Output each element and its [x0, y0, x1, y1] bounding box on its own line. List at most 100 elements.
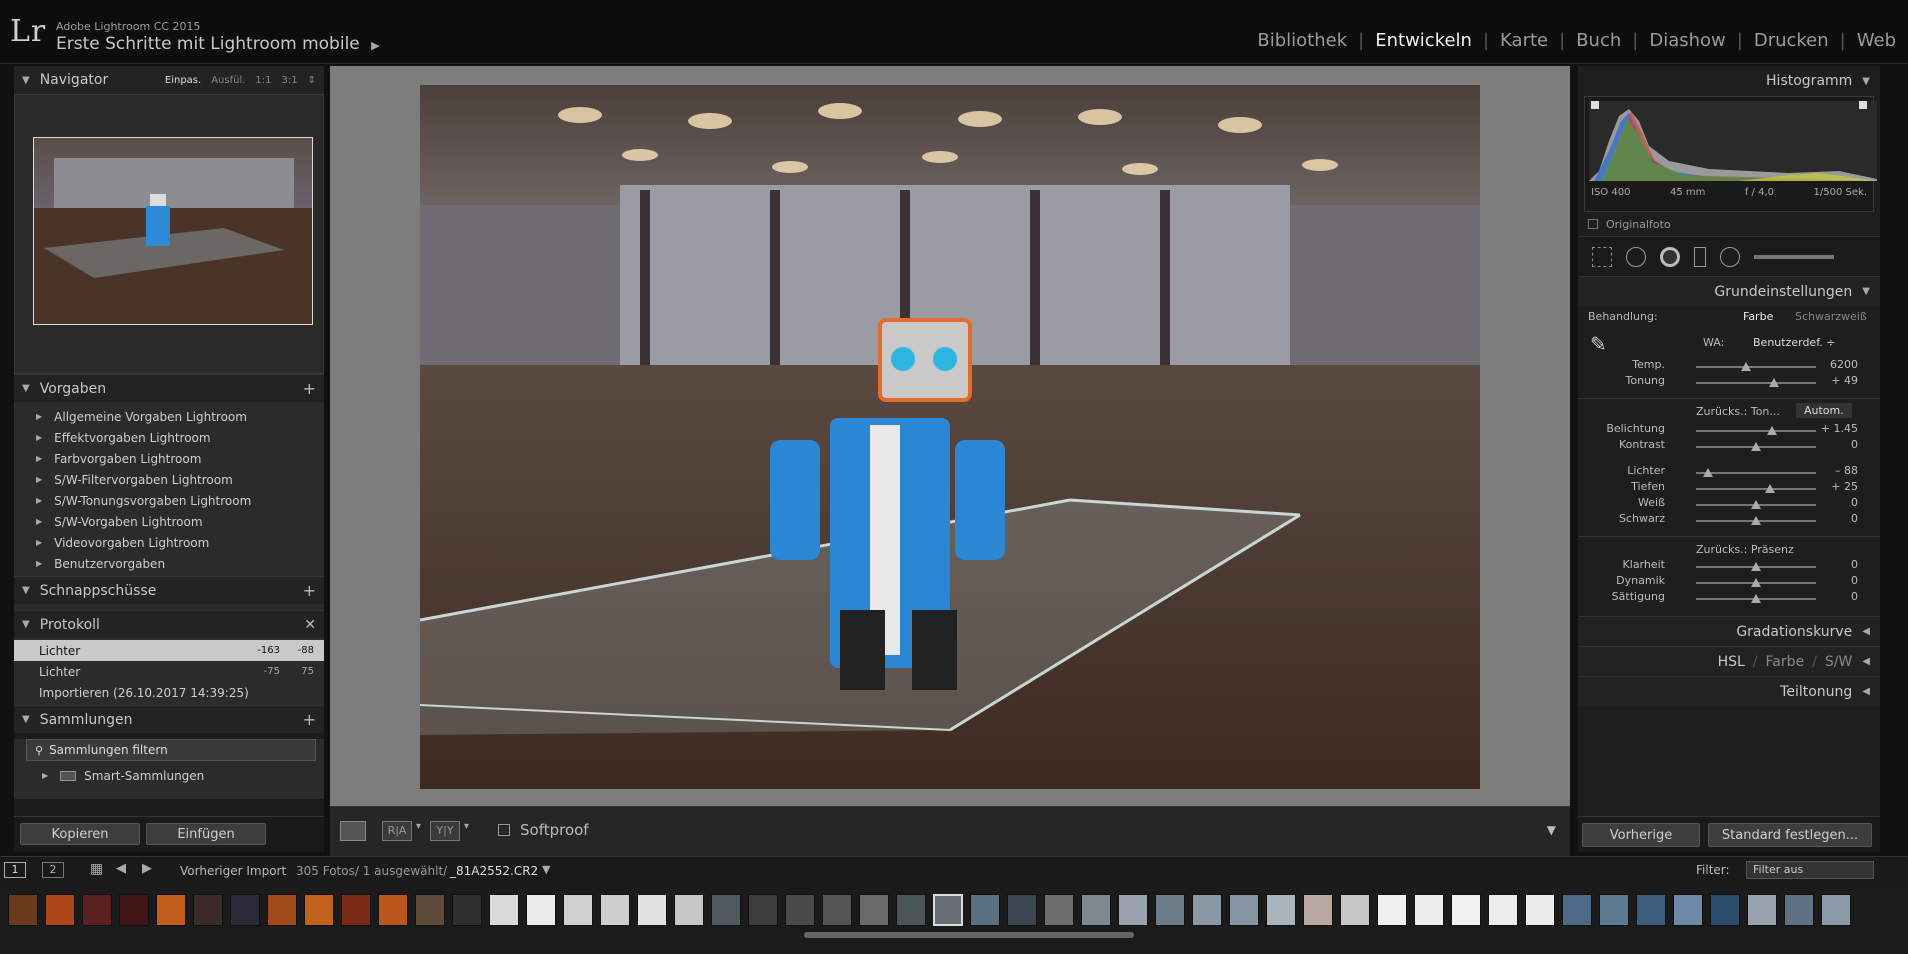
- set-default-button[interactable]: Standard festlegen...: [1708, 823, 1872, 847]
- filmstrip-thumbnail[interactable]: [1044, 894, 1074, 926]
- filmstrip-thumbnail[interactable]: [304, 894, 334, 926]
- filmstrip-thumbnail[interactable]: [1303, 894, 1333, 926]
- wb-select[interactable]: Benutzerdef. ÷: [1753, 336, 1835, 349]
- slider-handle[interactable]: [1751, 578, 1761, 587]
- before-after-lr-icon[interactable]: R|A: [382, 821, 412, 841]
- hsl-color-title[interactable]: Farbe: [1766, 654, 1805, 670]
- snapshots-header[interactable]: ▼ Schnappschüsse +: [14, 576, 324, 604]
- tone-reset-label[interactable]: Zurücks.: Ton...: [1696, 405, 1780, 418]
- smart-collections-folder[interactable]: ▶ Smart-Sammlungen: [14, 765, 324, 786]
- slider-value[interactable]: 0: [1808, 496, 1858, 509]
- main-photo[interactable]: [420, 85, 1480, 789]
- presence-reset-label[interactable]: Zurücks.: Präsenz: [1696, 543, 1794, 556]
- preset-folder[interactable]: ▶ Farbvorgaben Lightroom: [14, 448, 324, 469]
- history-item[interactable]: Lichter -163 -88: [14, 640, 324, 661]
- history-item[interactable]: Importieren (26.10.2017 14:39:25): [14, 682, 324, 703]
- auto-tone-button[interactable]: Autom.: [1796, 403, 1852, 418]
- treatment-bw[interactable]: Schwarzweiß: [1795, 310, 1867, 323]
- filmstrip-thumbnail[interactable]: [1155, 894, 1185, 926]
- slider-handle[interactable]: [1769, 378, 1779, 387]
- grid-view-icon[interactable]: ▦: [90, 861, 103, 877]
- clear-history-icon[interactable]: ✕: [304, 617, 316, 633]
- preset-folder[interactable]: ▶ S/W-Vorgaben Lightroom: [14, 511, 324, 532]
- collections-filter-input[interactable]: ⚲ Sammlungen filtern: [26, 739, 316, 761]
- filmstrip-thumbnail[interactable]: [1747, 894, 1777, 926]
- slider-value[interactable]: 0: [1808, 512, 1858, 525]
- slider-value[interactable]: 0: [1808, 574, 1858, 587]
- slider-handle[interactable]: [1751, 594, 1761, 603]
- navigator-preview[interactable]: [14, 94, 324, 374]
- collections-header[interactable]: ▼ Sammlungen +: [14, 705, 324, 733]
- preset-folder[interactable]: ▶ Allgemeine Vorgaben Lightroom: [14, 406, 324, 427]
- slider-track[interactable]: [1696, 578, 1816, 587]
- filmstrip-thumbnail[interactable]: [748, 894, 778, 926]
- slider-track[interactable]: [1696, 516, 1816, 525]
- split-toning-header[interactable]: Teiltonung ◀: [1578, 676, 1880, 706]
- crop-tool-icon[interactable]: [1592, 246, 1612, 267]
- filmstrip-thumbnail[interactable]: [341, 894, 371, 926]
- before-after-tb-icon[interactable]: Y|Y: [430, 821, 460, 841]
- slider-handle[interactable]: [1765, 484, 1776, 493]
- add-collection-icon[interactable]: +: [303, 710, 316, 729]
- filmstrip-thumbnail[interactable]: [378, 894, 408, 926]
- add-preset-icon[interactable]: +: [303, 379, 316, 398]
- filmstrip-thumbnail[interactable]: [8, 894, 38, 926]
- back-arrow-icon[interactable]: ◀: [116, 861, 126, 876]
- preset-folder[interactable]: ▶ Videovorgaben Lightroom: [14, 532, 324, 553]
- forward-arrow-icon[interactable]: ▶: [142, 861, 152, 876]
- filmstrip-thumbnail[interactable]: [637, 894, 667, 926]
- module-karte[interactable]: Karte: [1489, 30, 1559, 51]
- filmstrip-thumbnail[interactable]: [230, 894, 260, 926]
- filmstrip-thumbnail[interactable]: [933, 894, 963, 926]
- slider-track[interactable]: [1696, 500, 1816, 509]
- module-web[interactable]: Web: [1846, 30, 1896, 51]
- navigator-thumbnail[interactable]: [33, 137, 313, 325]
- softproof-toggle[interactable]: Softproof: [498, 821, 589, 839]
- filmstrip-thumbnail[interactable]: [970, 894, 1000, 926]
- eyedropper-icon[interactable]: ✎: [1590, 332, 1607, 356]
- history-header[interactable]: ▼ Protokoll ✕: [14, 610, 324, 638]
- slider-handle[interactable]: [1703, 468, 1713, 477]
- filmstrip-thumbnail[interactable]: [82, 894, 112, 926]
- paste-settings-button[interactable]: Einfügen: [146, 823, 266, 845]
- filmstrip-thumbnail[interactable]: [1784, 894, 1814, 926]
- add-snapshot-icon[interactable]: +: [303, 581, 316, 600]
- window-1-button[interactable]: 1: [4, 862, 26, 878]
- filmstrip-thumbnail[interactable]: [1081, 894, 1111, 926]
- filmstrip-thumbnail[interactable]: [1599, 894, 1629, 926]
- filmstrip-thumbnail[interactable]: [785, 894, 815, 926]
- adjustment-brush-icon[interactable]: [1754, 254, 1834, 259]
- module-diashow[interactable]: Diashow: [1638, 30, 1736, 51]
- filmstrip-thumbnail[interactable]: [45, 894, 75, 926]
- filmstrip-thumbnail[interactable]: [489, 894, 519, 926]
- history-item[interactable]: Lichter -75 75: [14, 661, 324, 682]
- module-buch[interactable]: Buch: [1565, 30, 1632, 51]
- toolbar-menu-icon[interactable]: ▼: [1547, 823, 1556, 837]
- original-photo-toggle[interactable]: Originalfoto: [1578, 212, 1880, 236]
- filmstrip-thumbnail[interactable]: [119, 894, 149, 926]
- filmstrip-thumbnail[interactable]: [526, 894, 556, 926]
- slider-value[interactable]: – 88: [1808, 464, 1858, 477]
- filmstrip-thumbnail[interactable]: [563, 894, 593, 926]
- filmstrip-thumbnail[interactable]: [1488, 894, 1518, 926]
- shadow-clipping-icon[interactable]: [1591, 101, 1599, 109]
- graduated-filter-icon[interactable]: [1694, 246, 1706, 267]
- dropdown-arrow-icon[interactable]: ▾: [416, 821, 421, 832]
- checkbox[interactable]: [498, 824, 510, 836]
- catalog-title[interactable]: Erste Schritte mit Lightroom mobile ▶: [56, 34, 380, 54]
- tone-curve-header[interactable]: Gradationskurve ◀: [1578, 616, 1880, 646]
- slider-track[interactable]: [1696, 562, 1816, 571]
- filmstrip-source[interactable]: Vorheriger Import: [180, 864, 286, 878]
- filmstrip-thumbnail[interactable]: [1710, 894, 1740, 926]
- filmstrip-thumbnail[interactable]: [1636, 894, 1666, 926]
- filmstrip-thumbnail[interactable]: [1229, 894, 1259, 926]
- filmstrip-thumbnail[interactable]: [822, 894, 852, 926]
- navigator-header[interactable]: ▼ Navigator Einpas. Ausfül. 1:1 3:1 ⇕: [14, 66, 324, 94]
- filmstrip-thumbnail[interactable]: [193, 894, 223, 926]
- slider-track[interactable]: [1696, 442, 1816, 451]
- filmstrip-thumbnail[interactable]: [1673, 894, 1703, 926]
- checkbox[interactable]: [1588, 219, 1598, 229]
- presets-header[interactable]: ▼ Vorgaben +: [14, 374, 324, 402]
- previous-settings-button[interactable]: Vorherige: [1582, 823, 1700, 847]
- hsl-title[interactable]: HSL: [1718, 654, 1745, 670]
